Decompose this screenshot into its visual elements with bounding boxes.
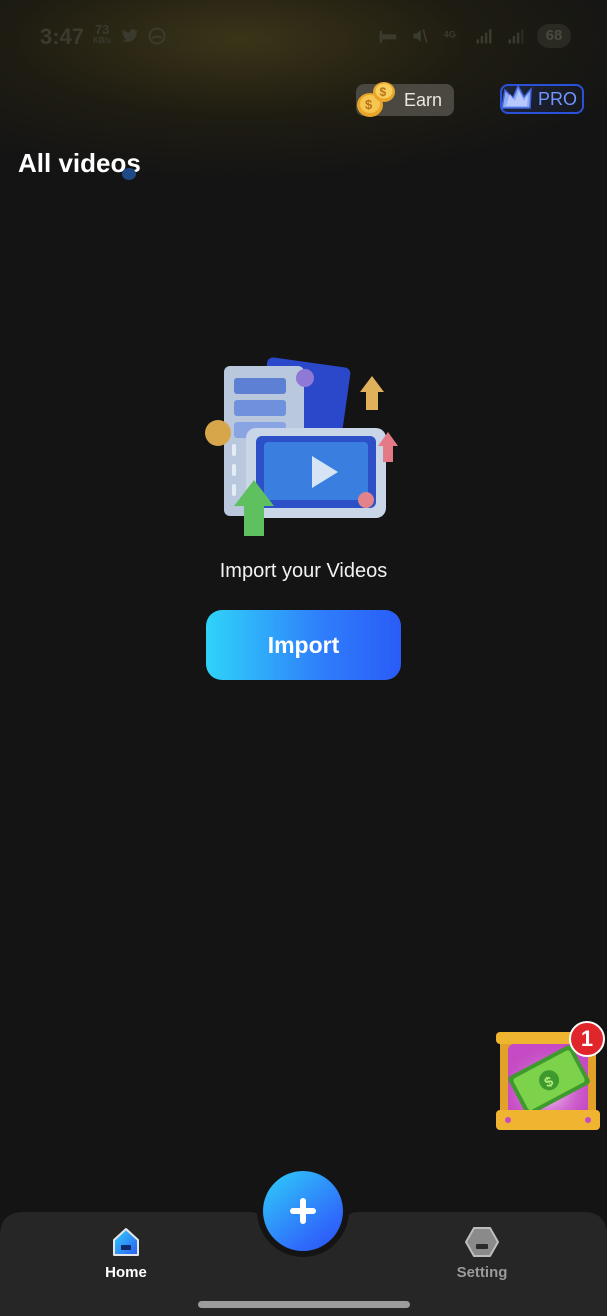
import-caption: Import your Videos bbox=[219, 560, 388, 582]
reward-badge: 1 bbox=[569, 1021, 605, 1057]
headset-icon bbox=[148, 27, 166, 45]
status-icons-right: 4G 68 bbox=[377, 24, 571, 48]
mute-icon bbox=[413, 29, 428, 43]
status-icons-left bbox=[118, 26, 168, 46]
add-video-fab-button[interactable] bbox=[263, 1171, 343, 1251]
nav-item-setting[interactable]: Setting bbox=[436, 1226, 528, 1298]
earn-label: Earn bbox=[404, 90, 443, 110]
battery-indicator: 68 bbox=[537, 24, 571, 48]
pro-button[interactable]: PRO bbox=[500, 84, 584, 114]
signal-icon-2 bbox=[508, 29, 524, 44]
coins-icon: $ $ bbox=[357, 82, 395, 117]
signal-icon bbox=[476, 29, 492, 44]
svg-text:4G: 4G bbox=[444, 30, 456, 40]
crown-icon bbox=[501, 84, 532, 109]
pro-label: PRO bbox=[538, 89, 578, 109]
4g-icon: 4G bbox=[444, 30, 456, 40]
svg-text:$: $ bbox=[365, 97, 373, 112]
status-time: 3:47 bbox=[40, 24, 85, 49]
status-bar: 3:47 73 KB/s 4G 68 bbox=[0, 0, 607, 72]
nav-home-label: Home bbox=[105, 1264, 147, 1281]
svg-text:$: $ bbox=[380, 85, 387, 99]
earn-button[interactable]: $ $ Earn bbox=[356, 82, 454, 117]
twitter-bird-icon bbox=[121, 29, 139, 42]
title-dot-indicator bbox=[122, 168, 136, 180]
settings-hexagon-icon bbox=[465, 1227, 499, 1257]
plus-icon bbox=[290, 1198, 316, 1224]
gesture-home-indicator[interactable] bbox=[198, 1301, 410, 1308]
import-button[interactable]: Import bbox=[206, 610, 401, 680]
network-speed: 73 KB/s bbox=[93, 23, 112, 46]
nav-item-home[interactable]: Home bbox=[80, 1226, 172, 1298]
home-icon bbox=[113, 1228, 139, 1256]
nav-setting-label: Setting bbox=[456, 1264, 508, 1281]
network-speed-unit: KB/s bbox=[93, 36, 112, 45]
video-import-illustration bbox=[205, 357, 398, 536]
bed-icon bbox=[379, 31, 397, 43]
